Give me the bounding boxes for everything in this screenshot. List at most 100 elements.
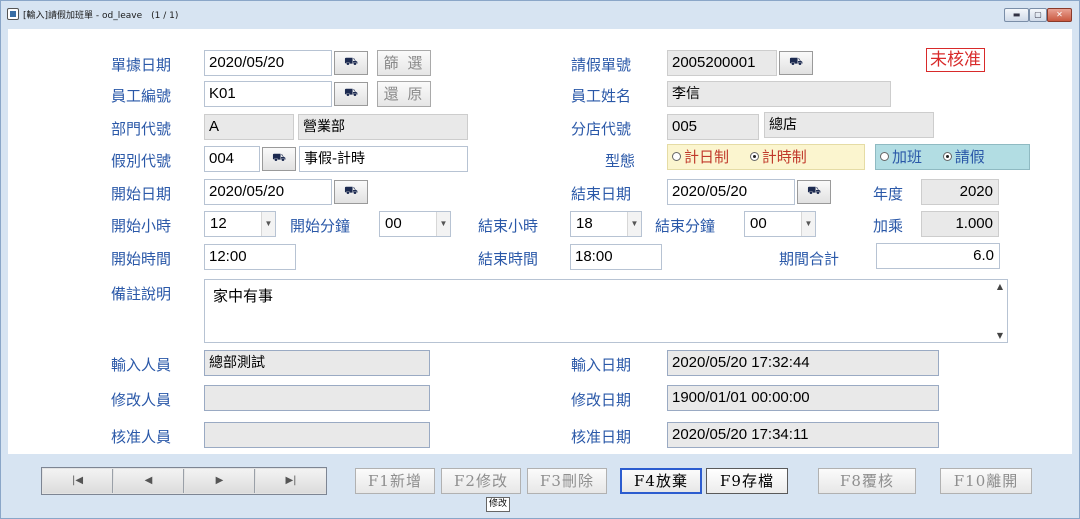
branch-code-label: 分店代號 [571, 120, 632, 138]
mode-label: 型態 [605, 152, 636, 170]
kind-overtime-radio[interactable]: 加班 [880, 145, 922, 169]
filter-button[interactable]: 篩 選 [377, 50, 431, 76]
emp-name-label: 員工姓名 [571, 87, 632, 105]
end-date-lookup-icon[interactable]: ⛟ [797, 180, 831, 204]
end-date-input[interactable]: 2020/05/20 [667, 179, 795, 205]
chevron-down-icon[interactable]: ▼ [627, 212, 641, 236]
divider [8, 453, 1072, 454]
leave-type-label: 假別代號 [111, 152, 172, 170]
restore-button[interactable]: 還 原 [377, 81, 431, 107]
leave-no-field: 2005200001 [667, 50, 777, 76]
modify-date-field: 1900/01/01 00:00:00 [667, 385, 939, 411]
title-bar: [輸入]請假加班單 - od_leave (1 / 1) ▬ ▢ ✕ [1, 1, 1079, 28]
f9-save-button[interactable]: F9存檔 [706, 468, 788, 494]
end-min-select[interactable]: 00 ▼ [744, 211, 816, 237]
close-button[interactable]: ✕ [1047, 8, 1072, 22]
emp-no-lookup-icon[interactable]: ⛟ [334, 82, 368, 106]
total-field[interactable]: 6.0 [876, 243, 1000, 269]
approve-date-label: 核准日期 [571, 428, 632, 446]
f2-modify-button[interactable]: F2修改 [441, 468, 521, 494]
doc-date-lookup-icon[interactable]: ⛟ [334, 51, 368, 75]
dept-name-field: 營業部 [298, 114, 468, 140]
chevron-down-icon[interactable]: ▼ [261, 212, 275, 236]
input-user-label: 輸入人員 [111, 356, 172, 374]
leave-type-lookup-icon[interactable]: ⛟ [262, 147, 296, 171]
leave-no-label: 請假單號 [571, 56, 632, 74]
approve-date-field: 2020/05/20 17:34:11 [667, 422, 939, 448]
start-time-input[interactable]: 12:00 [204, 244, 296, 270]
radio-unchecked-icon [672, 152, 681, 161]
start-time-label: 開始時間 [111, 250, 172, 268]
input-date-field: 2020/05/20 17:32:44 [667, 350, 939, 376]
approve-user-field [204, 422, 430, 448]
leave-type-input[interactable]: 004 [204, 146, 260, 172]
input-user-field: 總部測試 [204, 350, 430, 376]
end-min-label: 結束分鐘 [655, 217, 716, 235]
dept-code-label: 部門代號 [111, 120, 172, 138]
start-hour-select[interactable]: 12 ▼ [204, 211, 276, 237]
last-record-icon[interactable]: ▶| [256, 469, 326, 493]
multiplier-label: 加乘 [873, 217, 904, 235]
tooltip: 修改 [486, 497, 511, 512]
f8-approve-button[interactable]: F8覆核 [818, 468, 916, 494]
prev-record-icon[interactable]: ◀ [114, 469, 184, 493]
maximize-button[interactable]: ▢ [1029, 8, 1047, 22]
start-min-select[interactable]: 00 ▼ [379, 211, 451, 237]
mode-radio-group: 計日制 計時制 [667, 144, 865, 170]
memo-scrollbar[interactable]: ▲ ▼ [993, 280, 1007, 342]
record-navigator: |◀ ◀ ▶ ▶| [41, 467, 327, 495]
first-record-icon[interactable]: |◀ [43, 469, 113, 493]
start-date-input[interactable]: 2020/05/20 [204, 179, 332, 205]
f1-new-button[interactable]: F1新增 [355, 468, 435, 494]
leave-type-name-field: 事假-計時 [299, 146, 468, 172]
emp-no-label: 員工編號 [111, 87, 172, 105]
modify-date-label: 修改日期 [571, 391, 632, 409]
memo-label: 備註說明 [111, 285, 172, 303]
start-date-label: 開始日期 [111, 185, 172, 203]
modify-user-field [204, 385, 430, 411]
multiplier-field: 1.000 [921, 211, 999, 237]
app-window: [輸入]請假加班單 - od_leave (1 / 1) ▬ ▢ ✕ 單據日期 … [0, 0, 1080, 519]
end-time-input[interactable]: 18:00 [570, 244, 662, 270]
f4-cancel-button[interactable]: F4放棄 [620, 468, 702, 494]
app-icon [7, 8, 19, 20]
year-label: 年度 [873, 185, 904, 203]
memo-textarea[interactable]: 家中有事 ▲ ▼ [204, 279, 1008, 343]
radio-unchecked-icon [880, 152, 889, 161]
end-time-label: 結束時間 [478, 250, 539, 268]
kind-radio-group: 加班 請假 [875, 144, 1030, 170]
end-hour-select[interactable]: 18 ▼ [570, 211, 642, 237]
branch-name-field: 總店 [764, 112, 934, 138]
total-label: 期間合計 [779, 250, 840, 268]
branch-code-field: 005 [667, 114, 759, 140]
modify-user-label: 修改人員 [111, 391, 172, 409]
mode-hourly-radio[interactable]: 計時制 [749, 145, 807, 169]
f10-exit-button[interactable]: F10離開 [940, 468, 1032, 494]
status-badge: 未核准 [926, 48, 985, 72]
chevron-down-icon[interactable]: ▼ [993, 331, 1007, 340]
minimize-button[interactable]: ▬ [1004, 8, 1029, 22]
dept-code-field: A [204, 114, 294, 140]
chevron-up-icon[interactable]: ▲ [993, 282, 1007, 291]
year-field: 2020 [921, 179, 999, 205]
f3-delete-button[interactable]: F3刪除 [527, 468, 607, 494]
mode-daily-radio[interactable]: 計日制 [672, 145, 729, 169]
radio-checked-icon [942, 152, 952, 161]
chevron-down-icon[interactable]: ▼ [436, 212, 450, 236]
emp-name-field: 李信 [667, 81, 891, 107]
doc-date-label: 單據日期 [111, 56, 172, 74]
kind-leave-radio[interactable]: 請假 [942, 145, 985, 169]
leave-no-lookup-icon[interactable]: ⛟ [779, 51, 813, 75]
approve-user-label: 核准人員 [111, 428, 172, 446]
next-record-icon[interactable]: ▶ [185, 469, 255, 493]
start-date-lookup-icon[interactable]: ⛟ [334, 180, 368, 204]
start-min-label: 開始分鐘 [290, 217, 351, 235]
input-date-label: 輸入日期 [571, 356, 632, 374]
emp-no-input[interactable]: K01 [204, 81, 332, 107]
radio-checked-icon [749, 152, 759, 161]
end-hour-label: 結束小時 [478, 217, 539, 235]
window-title: [輸入]請假加班單 - od_leave (1 / 1) [23, 11, 179, 21]
doc-date-input[interactable]: 2020/05/20 [204, 50, 332, 76]
start-hour-label: 開始小時 [111, 217, 172, 235]
chevron-down-icon[interactable]: ▼ [801, 212, 815, 236]
